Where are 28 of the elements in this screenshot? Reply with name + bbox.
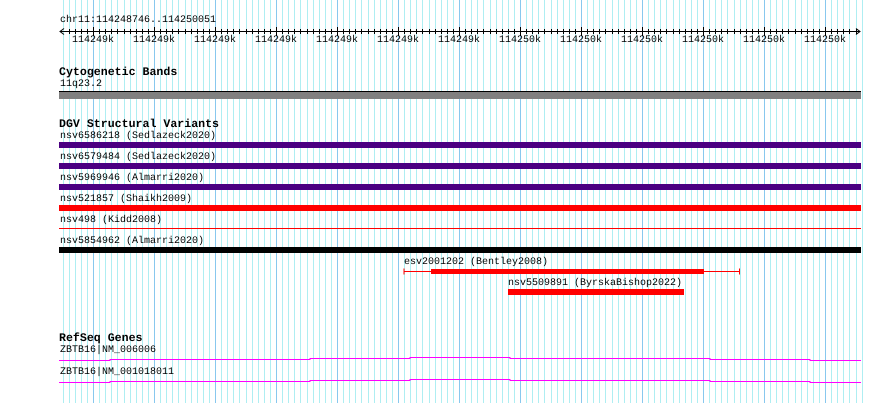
tick-label: 114249k: [438, 35, 480, 46]
tick-label: 114249k: [255, 35, 297, 46]
feature-label: nsv6579484 (Sedlazeck2020): [59, 152, 216, 163]
tick-label: 114249k: [72, 35, 114, 46]
feature-label: nsv498 (Kidd2008): [59, 215, 162, 226]
tick-label: 114250k: [621, 35, 663, 46]
tick-label: 114250k: [743, 35, 785, 46]
feature-label: ZBTB16|NM_006006: [59, 345, 156, 356]
track-title: DGV Structural Variants: [59, 119, 220, 131]
tick-label: 114249k: [194, 35, 236, 46]
track-title: RefSeq Genes: [59, 333, 142, 345]
feature-label: nsv5854962 (Almarri2020): [59, 236, 204, 247]
track-title: Cytogenetic Bands: [59, 67, 178, 79]
location-text: chr11:114248746..114250051: [59, 15, 216, 26]
feature-label: 11q23.2: [59, 79, 102, 90]
feature-label: nsv6586218 (Sedlazeck2020): [59, 131, 216, 142]
feature-label: nsv521857 (Shaikh2009): [59, 194, 192, 205]
feature-label: ZBTB16|NM_001018011: [59, 367, 174, 378]
tick-label: 114250k: [804, 35, 846, 46]
tick-label: 114249k: [316, 35, 358, 46]
tick-label: 114250k: [499, 35, 541, 46]
tick-label: 114250k: [560, 35, 602, 46]
tick-label: 114250k: [682, 35, 724, 46]
tick-label: 114249k: [377, 35, 419, 46]
feature-label: nsv5969946 (Almarri2020): [59, 173, 204, 184]
tick-label: 114249k: [133, 35, 175, 46]
feature-label: esv2001202 (Bentley2008): [403, 257, 548, 268]
feature-label: nsv5509891 (ByrskaBishop2022): [507, 278, 682, 289]
